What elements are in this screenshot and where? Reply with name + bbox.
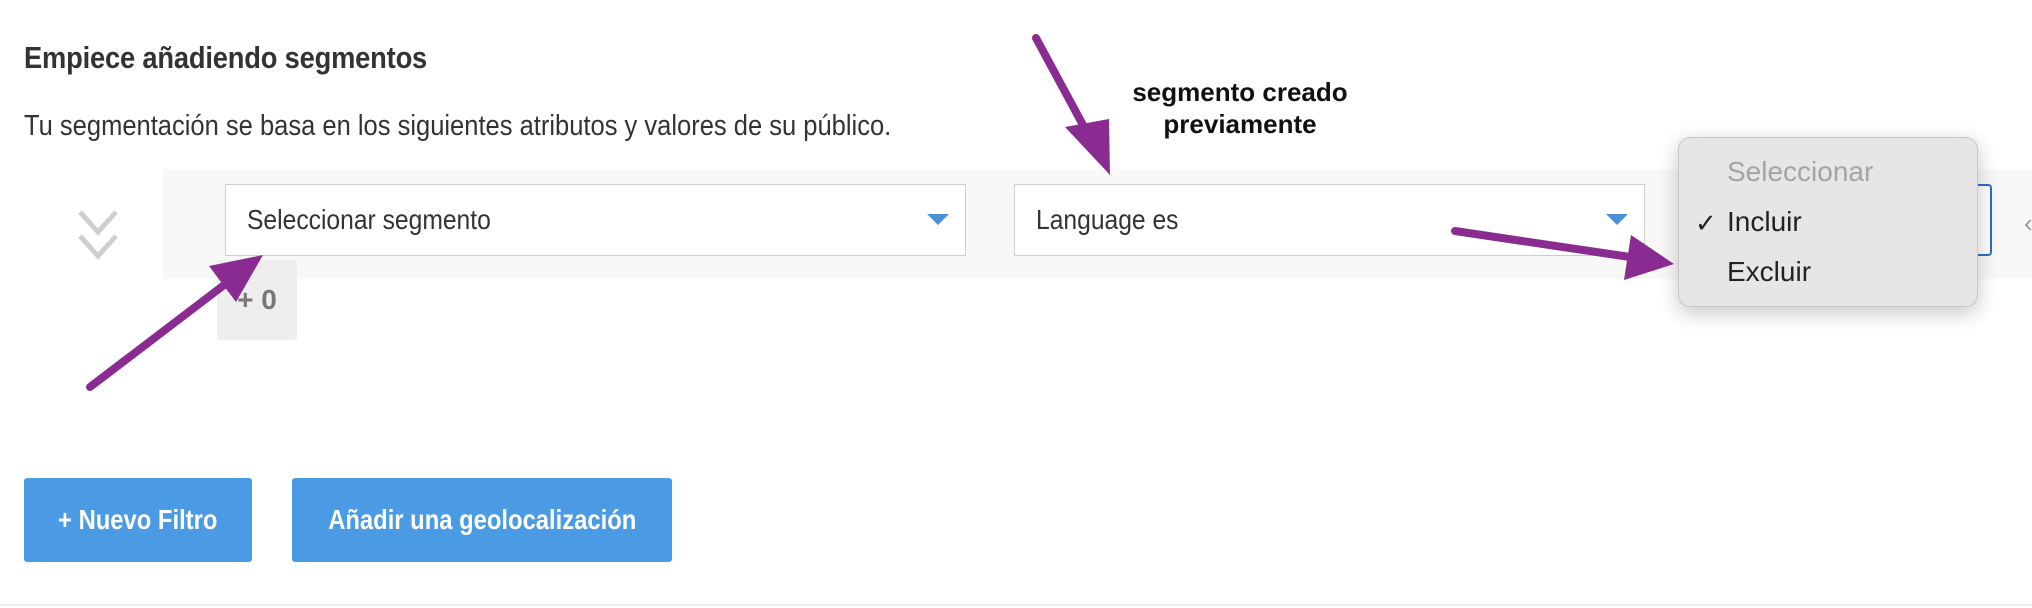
- annotation-line-1: segmento creado: [1132, 77, 1348, 107]
- caret-down-icon: [927, 214, 949, 225]
- new-filter-button[interactable]: + Nuevo Filtro: [24, 478, 252, 562]
- dropdown-option-excluir[interactable]: Excluir: [1727, 256, 1811, 288]
- new-filter-button-label: + Nuevo Filtro: [58, 504, 218, 535]
- segment-select-value: Seleccionar segmento: [247, 204, 491, 235]
- annotation-arrow-down: [1032, 34, 1110, 175]
- add-geolocation-button[interactable]: Añadir una geolocalización: [292, 478, 672, 562]
- dropdown-option-seleccionar: Seleccionar: [1727, 156, 1874, 187]
- operator-dropdown-menu: Seleccionar ✓ Incluir Excluir: [1678, 137, 1978, 307]
- add-geolocation-button-label: Añadir una geolocalización: [327, 504, 637, 535]
- chevron-left-icon: ‹: [2024, 208, 2032, 238]
- segment-select[interactable]: Seleccionar segmento: [225, 184, 966, 256]
- divider: [0, 604, 2032, 606]
- annotation-line-2: previamente: [1163, 109, 1317, 139]
- segment-value-select-value: Language es: [1036, 204, 1179, 235]
- segment-value-select[interactable]: Language es: [1014, 184, 1645, 256]
- double-chevron-down-icon: [78, 210, 118, 260]
- section-subtitle: Tu segmentación se basa en los siguiente…: [24, 110, 892, 142]
- collapse-chevrons-icon[interactable]: [76, 208, 120, 264]
- dropdown-option-incluir[interactable]: Incluir: [1727, 206, 1802, 238]
- checkmark-icon: ✓: [1695, 208, 1717, 238]
- page: Empiece añadiendo segmentos Tu segmentac…: [0, 0, 2032, 608]
- caret-down-icon: [1606, 214, 1628, 225]
- annotation-label: segmento creado previamente: [1100, 76, 1380, 140]
- section-title: Empiece añadiendo segmentos: [24, 40, 428, 75]
- count-badge: + 0: [217, 260, 297, 340]
